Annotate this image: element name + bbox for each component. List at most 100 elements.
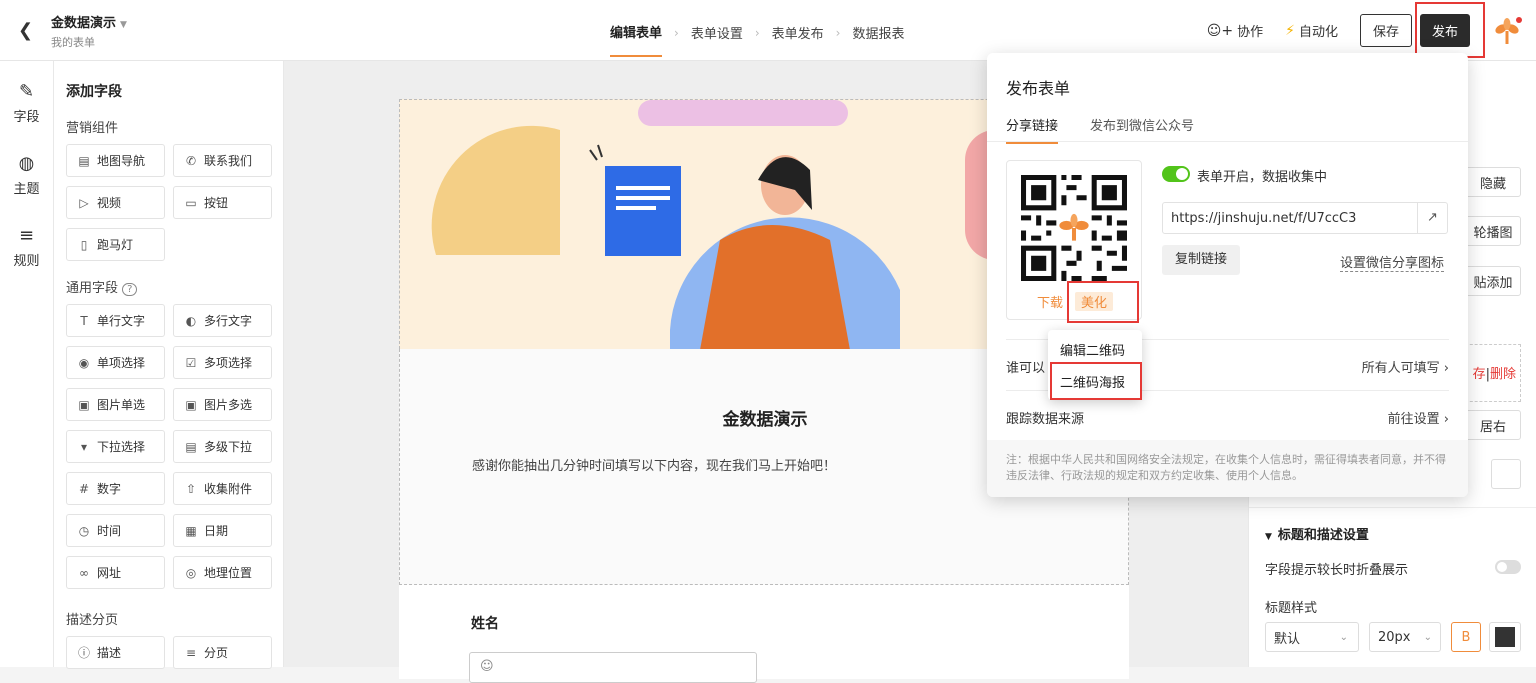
tab-form-publish[interactable]: 表单发布 [772,23,824,56]
field-contact[interactable]: ✆ 联系我们 [173,144,272,177]
title-style-label: 标题样式 [1265,601,1318,616]
who-value[interactable]: 所有人可填写 › [1362,357,1449,376]
field-number[interactable]: # 数字 [66,472,165,505]
common-grid: T 单行文字 ◐ 多行文字 ◉ 单项选择 ☑ 多项选择 ▣ 图片单选 ▣ 图片多选 ▾ 下拉选… [66,304,272,589]
save-link[interactable]: 存 [1473,367,1486,382]
hide-button[interactable]: 隐藏 [1465,167,1521,197]
form-open-toggle[interactable] [1162,166,1190,182]
form-name[interactable]: 金数据演示 ▼ [51,12,127,31]
field-label: 日期 [204,524,229,538]
field-single-choice[interactable]: ◉ 单项选择 [66,346,165,379]
field-label: 多级下拉 [204,440,253,454]
question-label[interactable]: 姓名 [471,613,499,633]
option-actions: 存|删除 [1465,344,1521,402]
tab-edit-form[interactable]: 编辑表单 [610,22,663,57]
back-icon[interactable]: ❮ [18,20,33,41]
title-section-label: 标题和描述设置 [1277,528,1369,543]
save-button[interactable]: 保存 [1359,14,1412,47]
rules-icon: ≡ [18,225,35,246]
chevron-down-icon[interactable]: ▼ [120,20,127,30]
field-dropdown[interactable]: ▾ 下拉选择 [66,430,165,463]
bold-button[interactable]: B [1451,622,1481,652]
marketing-heading: 营销组件 [66,121,119,136]
tab-share-link[interactable]: 分享链接 [1006,115,1059,144]
lightning-icon: ⚡ [1285,22,1295,39]
field-location[interactable]: ◎ 地理位置 [173,556,272,589]
align-right-button[interactable]: 居右 [1465,410,1521,440]
caret-down-icon: ▼ [1265,532,1272,542]
field-button[interactable]: ▭ 按钮 [173,186,272,219]
share-link-field[interactable]: https://jinshuju.net/f/U7ccC3 ↗ [1162,202,1448,234]
wechat-share-icon-link[interactable]: 设置微信分享图标 [1340,252,1445,272]
field-label: 多行文字 [204,314,253,328]
popup-title: 发布表单 [1006,79,1071,98]
tab-data-report[interactable]: 数据报表 [852,23,904,56]
chevron-down-icon: ⌄ [1423,631,1432,643]
color-swatch[interactable] [1491,459,1521,489]
field-single-line[interactable]: T 单行文字 [66,304,165,337]
field-time[interactable]: ◷ 时间 [66,514,165,547]
download-link[interactable]: 下载 [1037,292,1063,311]
breadcrumb[interactable]: 我的表单 [51,34,95,50]
qr-code-icon [1021,175,1127,281]
field-label: 单行文字 [97,314,146,328]
field-attachment[interactable]: ⇧ 收集附件 [173,472,272,505]
who-value-label: 所有人可填写 [1361,361,1440,376]
track-source-row[interactable]: 跟踪数据来源 前往设置 › [1006,408,1449,427]
field-date[interactable]: ▦ 日期 [173,514,272,547]
nav-theme[interactable]: ◍ 主题 [0,153,53,197]
nav-fields[interactable]: ✎ 字段 [0,81,53,125]
field-cascade[interactable]: ▤ 多级下拉 [173,430,272,463]
field-label: 数字 [97,482,122,496]
field-pagebreak[interactable]: ≡ 分页 [173,636,272,669]
carousel-button[interactable]: 轮播图 [1465,216,1521,246]
field-multi-line[interactable]: ◐ 多行文字 [173,304,272,337]
copy-link-button[interactable]: 复制链接 [1162,245,1241,275]
nav-rules[interactable]: ≡ 规则 [0,225,53,269]
edit-qr-menu-item[interactable]: 编辑二维码 [1060,340,1125,359]
field-label: 地图导航 [97,154,146,168]
avatar[interactable] [1492,16,1522,46]
marketing-grid: ▤ 地图导航 ✆ 联系我们 ▷ 视频 ▭ 按钮 ▯ 跑马灯 [66,144,272,261]
size-select[interactable]: 20px ⌄ [1369,622,1441,652]
pagebreak-icon: ≡ [185,645,197,660]
privacy-note: 注：根据中华人民共和国网络安全法规定，在收集个人信息时，需征得填表者同意，并不得… [987,440,1468,497]
name-input[interactable]: ☺ [469,652,757,683]
help-icon[interactable]: ? [122,283,138,296]
paste-add-button[interactable]: 贴添加 [1465,266,1521,296]
text-color-button[interactable] [1489,622,1521,652]
desc-grid: ⓘ 描述 ≡ 分页 [66,636,272,669]
field-label: 图片单选 [97,398,146,412]
track-value[interactable]: 前往设置 › [1388,408,1449,427]
field-description[interactable]: ⓘ 描述 [66,636,165,669]
common-heading-label: 通用字段 [66,281,119,296]
field-video[interactable]: ▷ 视频 [66,186,165,219]
field-image-multi[interactable]: ▣ 图片多选 [173,388,272,421]
add-user-icon: ☺+ [1206,22,1234,39]
number-icon: # [78,481,90,496]
chevron-down-icon: ⌄ [1339,631,1348,643]
form-name-label: 金数据演示 [51,16,117,31]
field-marquee[interactable]: ▯ 跑马灯 [66,228,165,261]
track-label: 跟踪数据来源 [1006,412,1085,427]
title-section-heading[interactable]: ▼ 标题和描述设置 [1265,524,1369,543]
images-icon: ▣ [185,397,197,412]
tab-form-settings[interactable]: 表单设置 [691,23,743,56]
field-url[interactable]: ∞ 网址 [66,556,165,589]
external-link-icon[interactable]: ↗ [1417,203,1447,233]
style-select[interactable]: 默认 ⌄ [1265,622,1359,652]
location-icon: ◎ [185,565,197,580]
field-multi-choice[interactable]: ☑ 多项选择 [173,346,272,379]
field-label: 联系我们 [204,154,253,168]
field-image-single[interactable]: ▣ 图片单选 [66,388,165,421]
delete-link[interactable]: 删除 [1490,367,1516,382]
collapse-label: 字段提示较长时折叠展示 [1265,563,1409,578]
automation-button[interactable]: ⚡ 自动化 [1285,21,1338,41]
highlight-box-poster [1050,362,1142,400]
field-map-nav[interactable]: ▤ 地图导航 [66,144,165,177]
tab-wechat[interactable]: 发布到微信公众号 [1090,115,1194,134]
collab-label: 协作 [1237,25,1264,40]
collab-button[interactable]: ☺+ 协作 [1206,21,1264,41]
form-description[interactable]: 感谢你能抽出几分钟时间填写以下内容，现在我们马上开始吧！ [472,455,836,474]
collapse-toggle[interactable] [1495,560,1521,574]
